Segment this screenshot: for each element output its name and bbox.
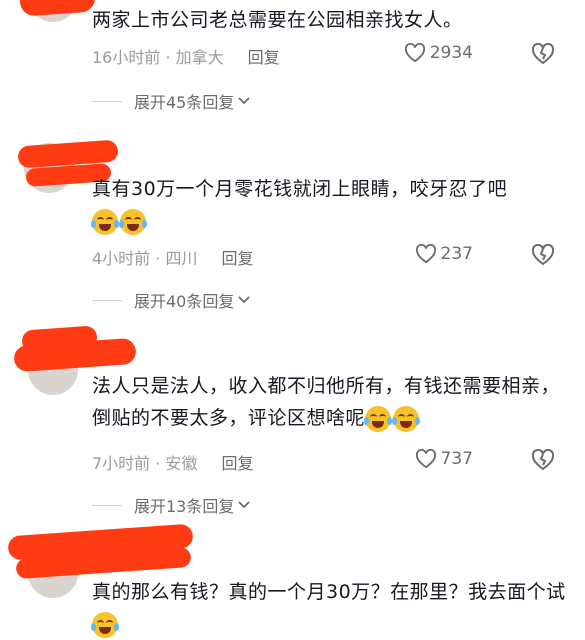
expand-replies-label: 展开45条回复	[134, 93, 235, 112]
broken-heart-icon	[531, 448, 555, 471]
comment-time-location: 16小时前 · 加拿大	[92, 48, 224, 67]
like-count: 737	[440, 449, 473, 469]
chevron-down-icon	[238, 501, 251, 509]
like-count: 2934	[429, 43, 473, 63]
laughing-crying-emoji	[91, 611, 119, 638]
dislike-button[interactable]	[531, 448, 555, 475]
comment-time-location: 7小时前 · 安徽	[92, 454, 198, 473]
dislike-button[interactable]	[531, 243, 555, 270]
like-button[interactable]: 2934	[404, 43, 473, 63]
comment-meta: 16小时前 · 加拿大 回复	[92, 44, 280, 68]
laughing-crying-emoji	[364, 405, 393, 432]
divider-line	[92, 299, 122, 301]
expand-replies-button[interactable]: 展开45条回复	[92, 89, 251, 113]
expand-replies-label: 展开13条回复	[134, 497, 235, 516]
divider-line	[92, 504, 122, 506]
chevron-down-icon	[238, 296, 251, 304]
comment-meta: 7小时前 · 安徽 回复	[92, 450, 253, 474]
comment-text: 法人只是法人，收入都不归他所有，有钱还需要相亲，倒贴的不要太多，评论区想啥呢	[92, 370, 572, 434]
broken-heart-icon	[531, 243, 555, 266]
comment-text: 真有30万一个月零花钱就闭上眼睛，咬牙忍了吧	[91, 173, 572, 237]
comment-text: 真的那么有钱？真的一个月30万？在那里？我去面个试	[91, 576, 572, 640]
laughing-crying-emoji	[91, 208, 119, 235]
heart-outline-icon	[404, 43, 425, 63]
comment-text-content: 两家上市公司老总需要在公园相亲找女人。	[92, 9, 463, 31]
comment-meta: 4小时前 · 四川 回复	[92, 245, 253, 269]
comment-text-content: 法人只是法人，收入都不归他所有，有钱还需要相亲，倒贴的不要太多，评论区想啥呢	[92, 375, 561, 429]
reply-button[interactable]: 回复	[221, 245, 253, 269]
dislike-button[interactable]	[531, 42, 555, 69]
comment-text-content: 真有30万一个月零花钱就闭上眼睛，咬牙忍了吧	[92, 178, 508, 200]
expand-replies-button[interactable]: 展开40条回复	[92, 288, 251, 312]
like-button[interactable]: 237	[415, 244, 473, 264]
comment-text-content: 真的那么有钱？真的一个月30万？在那里？我去面个试	[92, 581, 566, 603]
broken-heart-icon	[531, 42, 555, 65]
laughing-crying-emoji	[119, 208, 147, 235]
like-count: 237	[440, 244, 473, 264]
comment-time-location: 4小时前 · 四川	[92, 249, 198, 268]
expand-replies-button[interactable]: 展开13条回复	[92, 493, 251, 517]
laughing-crying-emoji	[392, 405, 421, 432]
divider-line	[92, 100, 122, 102]
chevron-down-icon	[238, 97, 251, 105]
reply-button[interactable]: 回复	[221, 450, 253, 474]
heart-outline-icon	[415, 449, 436, 469]
expand-replies-label: 展开40条回复	[134, 292, 235, 311]
reply-button[interactable]: 回复	[248, 44, 280, 68]
like-button[interactable]: 737	[415, 449, 473, 469]
heart-outline-icon	[415, 244, 436, 264]
comment-text: 两家上市公司老总需要在公园相亲找女人。	[92, 4, 572, 36]
